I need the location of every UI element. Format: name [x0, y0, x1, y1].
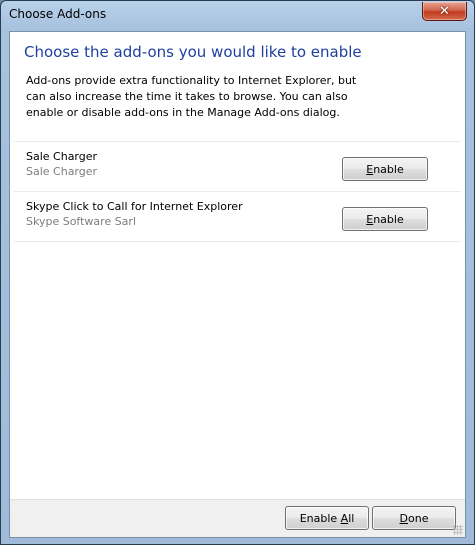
dialog-heading: Choose the add-ons you would like to ena…	[24, 43, 362, 61]
enable-accel: E	[366, 212, 374, 226]
enable-skype-button[interactable]: Enable	[342, 207, 428, 231]
done-accel: D	[399, 511, 408, 525]
enable-label: nable	[373, 212, 404, 226]
enable-all-accel: A	[340, 511, 349, 525]
enable-all-rest: ll	[348, 511, 355, 525]
divider	[14, 241, 461, 242]
choose-addons-window: Choose Add-ons ✕ Choose the add-ons you …	[0, 0, 475, 545]
enable-sale-charger-button[interactable]: Enable	[342, 157, 428, 181]
enable-all-button[interactable]: Enable All	[285, 506, 369, 530]
title-bar[interactable]: Choose Add-ons ✕	[1, 1, 474, 29]
dialog-footer: Enable All Done	[10, 499, 465, 537]
addon-publisher: Skype Software Sarl	[26, 215, 137, 228]
enable-all-prefix: Enable	[299, 511, 341, 525]
close-button[interactable]: ✕	[422, 2, 467, 21]
done-button[interactable]: Done	[372, 506, 456, 530]
addon-name: Sale Charger	[26, 150, 98, 163]
dialog-description: Add-ons provide extra functionality to I…	[26, 74, 357, 119]
enable-accel: E	[366, 162, 374, 176]
resize-grip-icon[interactable]	[453, 525, 463, 535]
addon-name: Skype Click to Call for Internet Explore…	[26, 200, 243, 213]
addon-row-sale-charger[interactable]: Sale Charger Sale Charger Enable	[10, 142, 465, 190]
close-icon: ✕	[439, 3, 450, 19]
enable-label: nable	[373, 162, 404, 176]
window-title: Choose Add-ons	[9, 7, 107, 21]
done-rest: one	[408, 511, 429, 525]
dialog-content: Choose the add-ons you would like to ena…	[9, 31, 466, 538]
addon-publisher: Sale Charger	[26, 165, 98, 178]
addon-row-skype-click-to-call[interactable]: Skype Click to Call for Internet Explore…	[10, 192, 465, 240]
